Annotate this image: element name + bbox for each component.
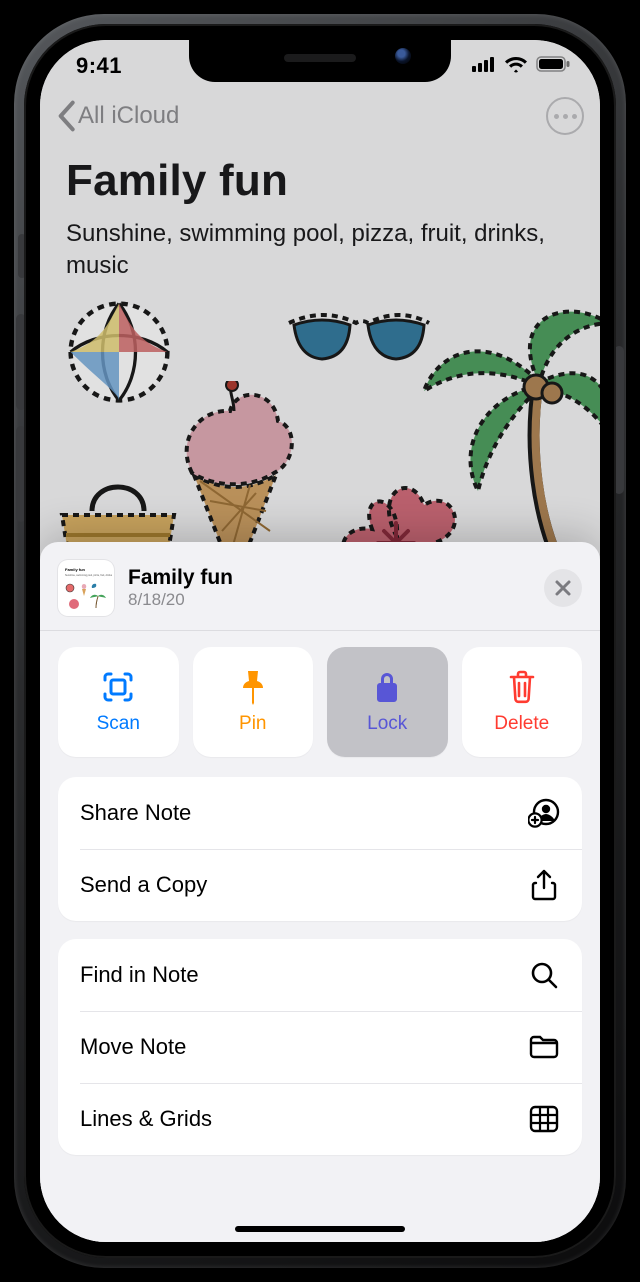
scan-icon	[100, 669, 136, 705]
sheet-date: 8/18/20	[128, 590, 530, 610]
lines-grids-row[interactable]: Lines & Grids	[58, 1083, 582, 1155]
share-sheet: Family fun Sunshine, swimming pool, pizz…	[40, 542, 600, 1242]
scan-label: Scan	[97, 713, 140, 735]
menu-group-1: Share Note Send a Copy	[58, 777, 582, 921]
status-time: 9:41	[76, 53, 122, 79]
quick-actions: Scan Pin Lock Delete	[40, 647, 600, 777]
delete-button[interactable]: Delete	[462, 647, 583, 757]
sheet-header: Family fun Sunshine, swimming pool, pizz…	[40, 542, 600, 630]
pin-icon	[235, 669, 271, 705]
find-in-note-label: Find in Note	[80, 962, 199, 988]
scan-button[interactable]: Scan	[58, 647, 179, 757]
move-note-label: Move Note	[80, 1034, 186, 1060]
folder-icon	[528, 1031, 560, 1063]
search-icon	[528, 959, 560, 991]
close-button[interactable]	[544, 569, 582, 607]
pin-button[interactable]: Pin	[193, 647, 314, 757]
svg-text:Sunshine, swimming pool, pizza: Sunshine, swimming pool, pizza, fruit, d…	[65, 574, 112, 577]
phone-screen: 9:41 All iCloud Family fun Sunshine, s	[40, 40, 600, 1242]
delete-label: Delete	[494, 713, 549, 735]
share-note-label: Share Note	[80, 800, 191, 826]
status-icons	[472, 55, 570, 78]
close-icon	[554, 579, 572, 597]
lock-icon	[369, 669, 405, 705]
wifi-icon	[504, 55, 528, 78]
lock-label: Lock	[367, 713, 407, 735]
svg-text:Family fun: Family fun	[65, 567, 86, 572]
grid-icon	[528, 1103, 560, 1135]
find-in-note-row[interactable]: Find in Note	[58, 939, 582, 1011]
share-icon	[528, 869, 560, 901]
pin-label: Pin	[239, 713, 266, 735]
send-copy-row[interactable]: Send a Copy	[58, 849, 582, 921]
lock-button[interactable]: Lock	[327, 647, 448, 757]
note-thumbnail: Family fun Sunshine, swimming pool, pizz…	[58, 560, 114, 616]
sheet-divider	[40, 630, 600, 631]
menu-group-2: Find in Note Move Note Lines & Grids	[58, 939, 582, 1155]
trash-icon	[504, 669, 540, 705]
add-person-icon	[528, 797, 560, 829]
move-note-row[interactable]: Move Note	[58, 1011, 582, 1083]
sheet-title: Family fun	[128, 565, 530, 590]
send-copy-label: Send a Copy	[80, 872, 207, 898]
share-note-row[interactable]: Share Note	[58, 777, 582, 849]
lines-grids-label: Lines & Grids	[80, 1106, 212, 1132]
notch	[189, 40, 451, 82]
cellular-icon	[472, 56, 496, 77]
battery-icon	[536, 56, 570, 77]
home-indicator[interactable]	[235, 1226, 405, 1232]
